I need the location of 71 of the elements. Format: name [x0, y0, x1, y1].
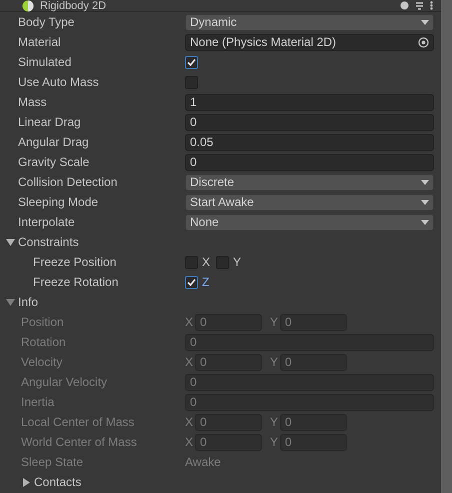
property-label: Gravity Scale	[17, 155, 90, 169]
number-field: 0	[185, 394, 434, 410]
number-field[interactable]: 1	[185, 94, 434, 110]
property-label: Collision Detection	[17, 175, 118, 189]
checkbox[interactable]	[185, 56, 198, 68]
axis-label: Y	[270, 355, 278, 369]
property-label: Velocity	[20, 355, 64, 369]
dropdown-arrow-icon	[421, 200, 429, 204]
number-field: 0	[185, 334, 434, 350]
number-field: 0	[195, 314, 262, 330]
checkbox[interactable]	[185, 276, 198, 288]
property-label: Sleeping Mode	[17, 195, 100, 209]
dropdown-arrow-icon	[421, 220, 429, 224]
dropdown[interactable]: Start Awake	[185, 194, 434, 210]
dropdown[interactable]: Discrete	[185, 174, 434, 190]
value-text: Awake	[185, 455, 222, 469]
property-label: Rotation	[20, 335, 67, 349]
number-field: 0	[195, 354, 262, 370]
number-field: 0	[280, 314, 348, 330]
property-label: Interpolate	[17, 215, 76, 229]
axis-label: X	[202, 255, 210, 269]
number-field: 0	[195, 434, 262, 450]
axis-label: X	[185, 315, 194, 329]
component-icon	[22, 0, 34, 12]
number-field: 0	[280, 354, 348, 370]
axis-label: X	[185, 355, 194, 369]
foldout-label[interactable]: Constraints	[18, 235, 79, 249]
axis-label: X	[185, 415, 194, 429]
help-icon[interactable]	[400, 1, 409, 10]
property-label: Body Type	[17, 15, 76, 29]
menu-icon[interactable]	[430, 1, 433, 10]
dropdown[interactable]: None	[185, 214, 434, 230]
property-label: Sleep State	[20, 455, 84, 469]
property-label: Mass	[17, 95, 48, 109]
checkbox[interactable]	[216, 256, 230, 268]
number-field[interactable]: 0	[185, 154, 434, 170]
property-label: Freeze Position	[32, 255, 118, 269]
number-field: 0	[280, 414, 348, 430]
dropdown-arrow-icon	[421, 180, 429, 184]
property-label: Use Auto Mass	[17, 75, 100, 89]
property-label: Inertia	[20, 395, 56, 409]
property-label: Angular Velocity	[20, 375, 108, 389]
object-field[interactable]: None (Physics Material 2D)	[185, 34, 434, 50]
scrollbar[interactable]	[441, 0, 452, 493]
axis-label: Y	[270, 315, 278, 329]
axis-label: Y	[270, 435, 278, 449]
checkbox[interactable]	[185, 76, 198, 88]
checkbox[interactable]	[185, 256, 198, 268]
number-field: 0	[185, 374, 434, 390]
property-label: Linear Drag	[17, 115, 82, 129]
property-label: Simulated	[17, 55, 72, 69]
dropdown-arrow-icon	[421, 20, 429, 24]
property-label: World Center of Mass	[20, 435, 138, 449]
axis-label: X	[185, 435, 194, 449]
axis-label: Y	[233, 255, 242, 269]
number-field[interactable]: 0	[185, 114, 434, 130]
property-label: Material	[17, 35, 62, 49]
number-field: 0	[195, 414, 262, 430]
component-title: Rigidbody 2D	[40, 0, 106, 12]
settings-icon[interactable]	[415, 1, 424, 10]
property-label: Position	[20, 315, 65, 329]
property-label: Angular Drag	[17, 135, 90, 149]
axis-label: Z	[202, 275, 210, 289]
number-field[interactable]: 0.05	[185, 134, 434, 150]
axis-label: Y	[270, 415, 278, 429]
dropdown[interactable]: Dynamic	[185, 14, 434, 30]
target-icon[interactable]	[418, 36, 429, 48]
property-label: Local Center of Mass	[20, 415, 136, 429]
property-label: Freeze Rotation	[32, 275, 120, 289]
number-field: 0	[280, 434, 348, 450]
expanded-arrow-icon[interactable]	[6, 238, 15, 246]
